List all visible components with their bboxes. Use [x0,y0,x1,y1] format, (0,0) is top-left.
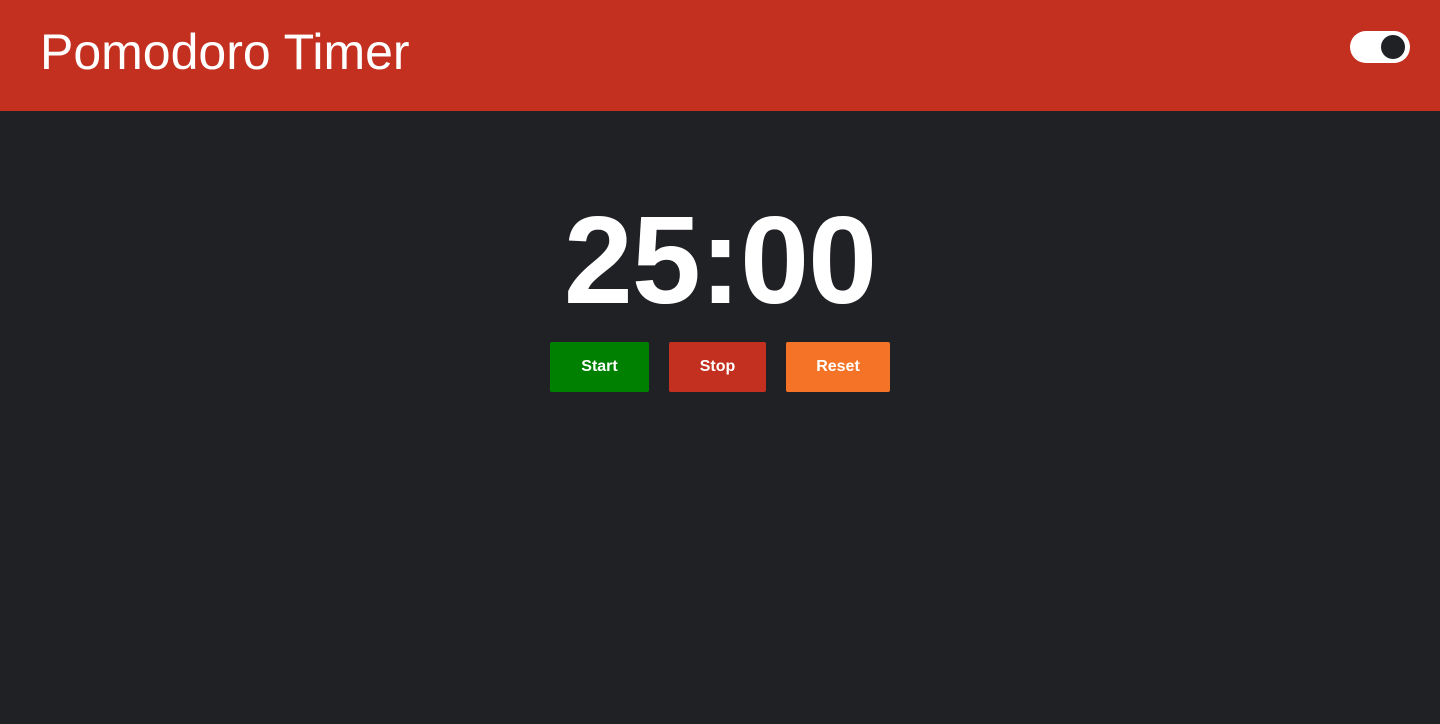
reset-button[interactable]: Reset [786,342,890,392]
timer-controls: Start Stop Reset [0,342,1440,392]
app-title: Pomodoro Timer [40,24,410,80]
timer-display: 25:00 [563,192,877,330]
theme-toggle[interactable] [1350,31,1410,63]
start-button[interactable]: Start [550,342,649,392]
timer-panel: 25:00 Start Stop Reset [0,111,1440,724]
toggle-knob [1381,35,1405,59]
app-header: Pomodoro Timer [0,0,1440,111]
stop-button[interactable]: Stop [669,342,766,392]
